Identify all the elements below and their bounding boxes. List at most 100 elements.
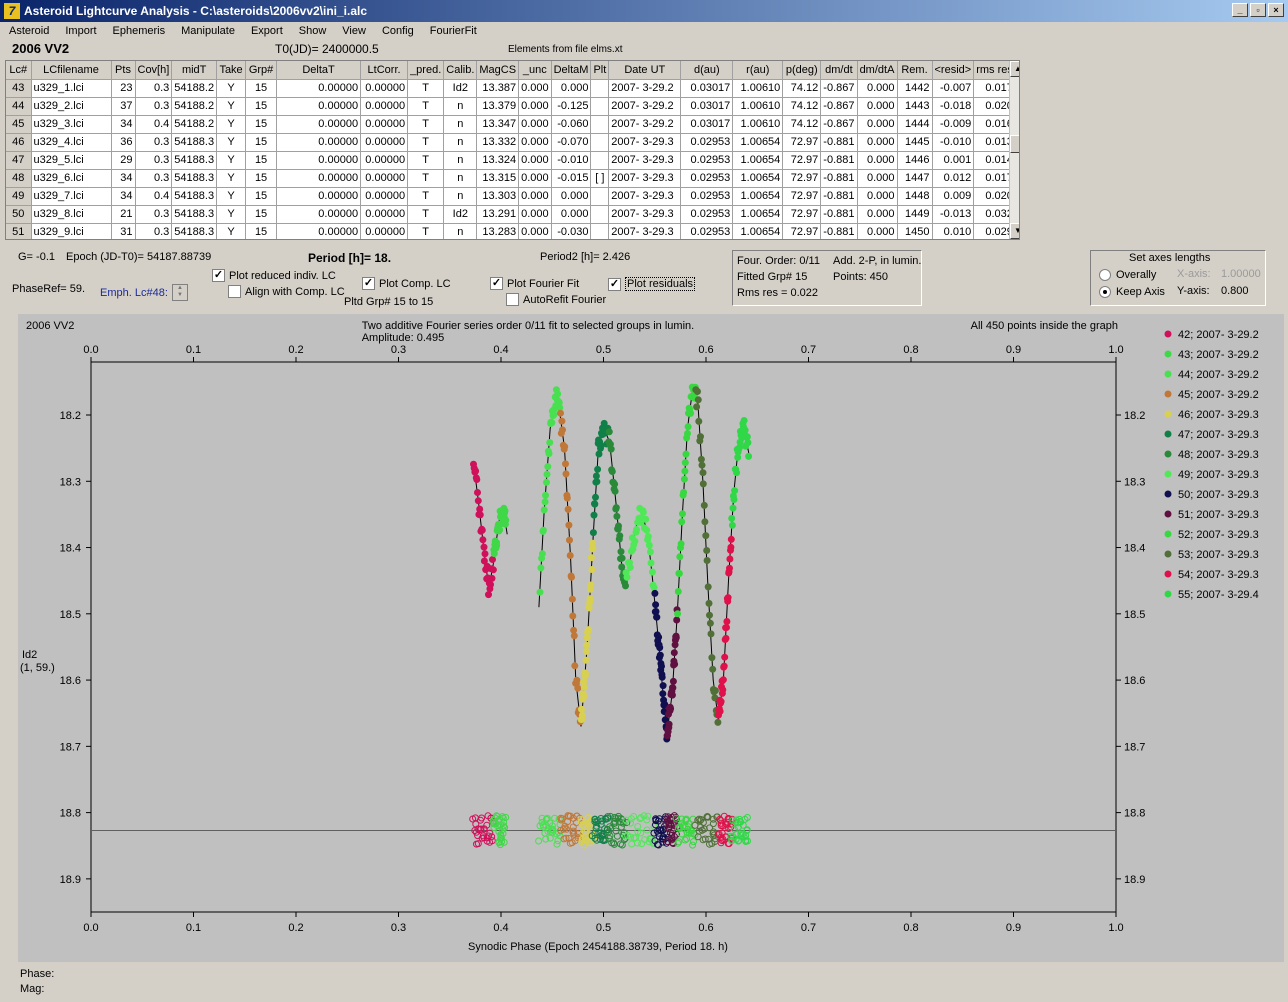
column-header[interactable]: MagCS (476, 61, 520, 80)
table-cell[interactable]: 15 (245, 133, 278, 152)
table-cell[interactable]: Y (216, 115, 247, 134)
table-cell[interactable]: -0.018 (932, 97, 975, 116)
table-cell[interactable]: 74.12 (782, 115, 822, 134)
table-cell[interactable]: 0.3 (135, 151, 173, 170)
table-cell[interactable]: 0.00000 (276, 169, 362, 188)
table-cell[interactable] (590, 115, 610, 134)
column-header[interactable]: dm/dtA (857, 61, 898, 80)
table-cell[interactable]: 1443 (897, 97, 933, 116)
column-header[interactable]: midT (171, 61, 218, 80)
table-cell[interactable]: 74.12 (782, 97, 822, 116)
table-cell[interactable]: n (443, 115, 478, 134)
table-cell[interactable]: 1446 (897, 151, 933, 170)
table-cell[interactable]: 15 (245, 169, 278, 188)
table-cell[interactable]: T (407, 97, 445, 116)
table-cell[interactable]: 74.12 (782, 79, 822, 98)
table-cell[interactable]: 0.000 (857, 205, 898, 224)
table-cell[interactable]: 34 (111, 187, 136, 206)
column-header[interactable]: Calib. (443, 61, 478, 80)
table-cell[interactable]: T (407, 133, 445, 152)
table-cell[interactable]: T (407, 151, 445, 170)
table-cell[interactable]: -0.867 (820, 115, 858, 134)
table-cell[interactable]: 34 (111, 115, 136, 134)
table-cell[interactable]: T (407, 205, 445, 224)
minimize-button[interactable]: _ (1232, 3, 1248, 17)
column-header[interactable]: Plt (590, 61, 610, 80)
menu-asteroid[interactable]: Asteroid (0, 24, 56, 40)
table-cell[interactable]: -0.015 (551, 169, 592, 188)
table-cell[interactable]: -0.867 (820, 97, 858, 116)
table-cell[interactable]: T (407, 115, 445, 134)
table-cell[interactable]: 0.3 (135, 133, 173, 152)
table-cell[interactable]: 0.00000 (360, 133, 409, 152)
table-cell[interactable]: 0.03017 (680, 115, 734, 134)
close-button[interactable]: × (1268, 3, 1284, 17)
table-cell[interactable]: 13.303 (476, 187, 520, 206)
column-header[interactable]: DeltaM (551, 61, 592, 80)
table-cell[interactable]: u329_7.lci (31, 187, 112, 206)
table-row[interactable]: 44 u329_2.lci 37 0.3 54188.2 Y 15 0.00000 0.0000… (6, 97, 1016, 116)
table-cell[interactable]: 2007- 3-29.3 (608, 187, 682, 206)
table-cell[interactable]: Y (216, 97, 247, 116)
table-cell[interactable]: 1449 (897, 205, 933, 224)
column-header[interactable]: Grp# (245, 61, 278, 80)
table-cell[interactable]: Y (216, 133, 247, 152)
table-cell[interactable]: 1.00654 (732, 133, 784, 152)
table-cell[interactable]: 0.000 (551, 79, 592, 98)
table-cell[interactable]: u329_6.lci (31, 169, 112, 188)
table-cell[interactable]: 2007- 3-29.3 (608, 133, 682, 152)
table-cell[interactable]: -0.030 (551, 223, 592, 239)
table-row[interactable]: 45 u329_3.lci 34 0.4 54188.2 Y 15 0.00000 0.0000… (6, 115, 1016, 134)
table-cell[interactable]: 13.347 (476, 115, 520, 134)
table-cell[interactable] (590, 133, 610, 152)
table-cell[interactable]: 36 (111, 133, 136, 152)
column-header[interactable]: p(deg) (782, 61, 822, 80)
table-cell[interactable]: 0.03017 (680, 97, 734, 116)
table-cell[interactable]: 1.00654 (732, 205, 784, 224)
table-cell[interactable] (590, 205, 610, 224)
column-header[interactable]: Lc# (6, 61, 32, 80)
table-cell[interactable]: Id2 (443, 79, 478, 98)
table-cell[interactable]: T (407, 223, 445, 239)
table-cell[interactable]: 0.010 (932, 223, 975, 239)
table-row[interactable]: 47 u329_5.lci 29 0.3 54188.3 Y 15 0.00000 0.0000… (6, 151, 1016, 170)
table-cell[interactable]: 15 (245, 187, 278, 206)
table-cell[interactable]: n (443, 169, 478, 188)
table-cell[interactable]: 48 (6, 169, 32, 188)
table-cell[interactable]: 50 (6, 205, 32, 224)
table-cell[interactable]: 72.97 (782, 223, 822, 239)
column-header[interactable]: _unc (518, 61, 552, 80)
table-cell[interactable]: -0.881 (820, 187, 858, 206)
column-header[interactable]: d(au) (680, 61, 734, 80)
table-cell[interactable]: 0.00000 (360, 187, 409, 206)
table-cell[interactable]: -0.881 (820, 205, 858, 224)
period2-value[interactable]: Period2 [h]= 2.426 (540, 251, 630, 263)
table-cell[interactable]: 0.02953 (680, 223, 734, 239)
table-cell[interactable]: -0.867 (820, 79, 858, 98)
table-cell[interactable]: 13.283 (476, 223, 520, 239)
table-cell[interactable]: 21 (111, 205, 136, 224)
table-cell[interactable]: 72.97 (782, 151, 822, 170)
table-cell[interactable]: 0.00000 (276, 115, 362, 134)
table-cell[interactable]: 0.000 (518, 133, 552, 152)
plot-comp-checkbox[interactable]: ✓ Plot Comp. LC (362, 277, 451, 290)
table-row[interactable]: 50 u329_8.lci 21 0.3 54188.3 Y 15 0.00000 0.0000… (6, 205, 1016, 224)
menu-import[interactable]: Import (56, 24, 103, 40)
table-cell[interactable]: 31 (111, 223, 136, 239)
table-cell[interactable]: 0.000 (518, 97, 552, 116)
table-cell[interactable]: 0.00000 (276, 223, 362, 239)
table-cell[interactable]: 0.000 (551, 187, 592, 206)
table-cell[interactable]: 1.00654 (732, 151, 784, 170)
table-cell[interactable]: 72.97 (782, 187, 822, 206)
table-cell[interactable]: n (443, 151, 478, 170)
table-cell[interactable]: 15 (245, 151, 278, 170)
table-cell[interactable]: 1.00610 (732, 79, 784, 98)
table-cell[interactable]: 13.324 (476, 151, 520, 170)
table-cell[interactable]: 0.02953 (680, 205, 734, 224)
table-cell[interactable]: -0.070 (551, 133, 592, 152)
table-row[interactable]: 51 u329_9.lci 31 0.3 54188.3 Y 15 0.00000 0.0000… (6, 223, 1016, 239)
table-cell[interactable]: Y (216, 79, 247, 98)
table-cell[interactable]: 0.000 (857, 115, 898, 134)
autorefit-checkbox[interactable]: AutoRefit Fourier (506, 293, 606, 306)
table-cell[interactable]: 0.000 (857, 223, 898, 239)
